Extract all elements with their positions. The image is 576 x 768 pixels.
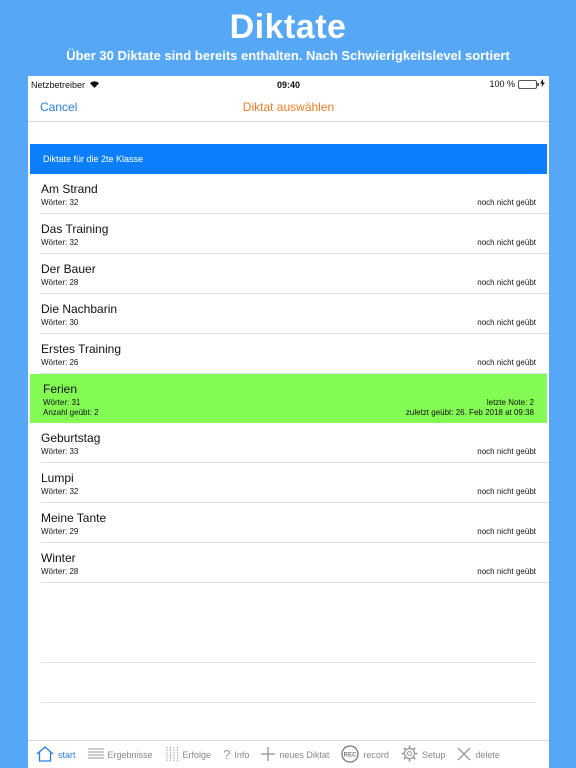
status-time: 09:40 [276,80,301,90]
list-icon [87,747,104,763]
item-word-count: Wörter: 33 [41,447,79,456]
empty-row-divider [41,702,536,703]
item-status: noch nicht geübt [477,318,536,327]
item-title: Ferien [43,382,78,396]
tab-label: Setup [421,749,446,760]
tab-label: delete [475,749,500,760]
list-item[interactable]: Am Strand Wörter: 32 noch nicht geübt [41,174,549,214]
plus-icon [261,746,276,763]
promo-title: Diktate [229,8,347,46]
item-status: noch nicht geübt [477,198,536,207]
empty-row-divider [41,662,536,663]
item-last-grade: letzte Note: 2 [486,398,534,407]
item-status: noch nicht geübt [477,487,536,496]
item-word-count: Wörter: 26 [41,358,79,367]
tab-info[interactable]: ? Info [223,747,249,762]
list-item[interactable]: Lumpi Wörter: 32 noch nicht geübt [41,463,549,503]
tab-setup[interactable]: Setup [401,745,446,764]
item-title: Winter [41,551,76,565]
item-word-count: Wörter: 31 [43,398,81,407]
item-word-count: Wörter: 32 [41,238,79,247]
list-item[interactable]: Die Nachbarin Wörter: 30 noch nicht geüb… [41,294,549,334]
item-word-count: Wörter: 29 [41,527,79,536]
item-title: Der Bauer [41,262,96,276]
item-word-count: Wörter: 28 [41,567,79,576]
item-word-count: Wörter: 30 [41,318,79,327]
item-status: noch nicht geübt [477,447,536,456]
item-status: noch nicht geübt [477,527,536,536]
item-title: Geburtstag [41,431,101,445]
tab-label: Info [234,749,250,760]
gear-icon [401,745,418,764]
list-item-selected[interactable]: Ferien Wörter: 31 letzte Note: 2 Anzahl … [30,374,547,423]
item-title: Meine Tante [41,511,107,525]
tab-label: record [363,749,389,760]
item-title: Erstes Training [41,342,122,356]
grid-icon [165,746,179,763]
battery-icon [518,79,539,89]
tab-erfolge[interactable]: Erfolge [165,746,212,763]
dictation-list: Am Strand Wörter: 32 noch nicht geübt Da… [28,174,549,583]
item-title: Das Training [41,222,109,236]
navigation-bar: Cancel Diktat auswählen [28,94,549,122]
list-item[interactable]: Der Bauer Wörter: 28 noch nicht geübt [41,254,549,294]
tab-neues-diktat[interactable]: neues Diktat [261,746,330,763]
home-icon [36,745,54,764]
tab-label: Ergebnisse [107,749,153,760]
item-word-count: Wörter: 28 [41,278,79,287]
rec-icon-text: REC [344,752,357,758]
tab-ergebnisse[interactable]: Ergebnisse [87,747,153,763]
list-item[interactable]: Geburtstag Wörter: 33 noch nicht geübt [41,423,549,463]
tab-start[interactable]: start [36,745,76,764]
tab-label: neues Diktat [279,749,330,760]
question-icon: ? [223,747,231,762]
tab-delete[interactable]: delete [457,747,500,763]
tab-bar: start Ergebnisse Erfolge ? Info neues Di… [28,740,549,768]
item-word-count: Wörter: 32 [41,198,79,207]
item-status: noch nicht geübt [477,567,536,576]
item-title: Die Nachbarin [41,302,118,316]
status-bar: Netzbetreiber 09:40 100 % [28,76,549,94]
list-item[interactable]: Winter Wörter: 28 noch nicht geübt [41,543,549,583]
battery-info: 100 % [489,79,545,89]
tab-record[interactable]: REC record [341,744,389,765]
item-last-practiced: zuletzt geübt: 26. Feb 2018 at 09:38 [405,408,534,417]
item-title: Am Strand [41,182,98,196]
x-icon [457,747,471,763]
item-status: noch nicht geübt [477,238,536,247]
item-status: noch nicht geübt [477,358,536,367]
charging-icon [540,79,545,89]
promo-subtitle: Über 30 Diktate sind bereits enthalten. … [66,48,510,63]
item-title: Lumpi [41,471,74,485]
device-screen: Netzbetreiber 09:40 100 % Cancel Diktat … [28,76,549,768]
nav-title: Diktat auswählen [242,100,335,114]
tab-label: start [58,749,76,760]
battery-label: 100 % [489,79,515,89]
rec-icon: REC [341,744,360,765]
list-item[interactable]: Das Training Wörter: 32 noch nicht geübt [41,214,549,254]
item-word-count: Wörter: 32 [41,487,79,496]
section-header: Diktate für die 2te Klasse [30,144,547,174]
item-practice-count: Anzahl geübt: 2 [43,408,99,417]
tab-label: Erfolge [182,749,212,760]
item-status: noch nicht geübt [477,278,536,287]
list-item[interactable]: Erstes Training Wörter: 26 noch nicht ge… [41,334,549,374]
list-item[interactable]: Meine Tante Wörter: 29 noch nicht geübt [41,503,549,543]
